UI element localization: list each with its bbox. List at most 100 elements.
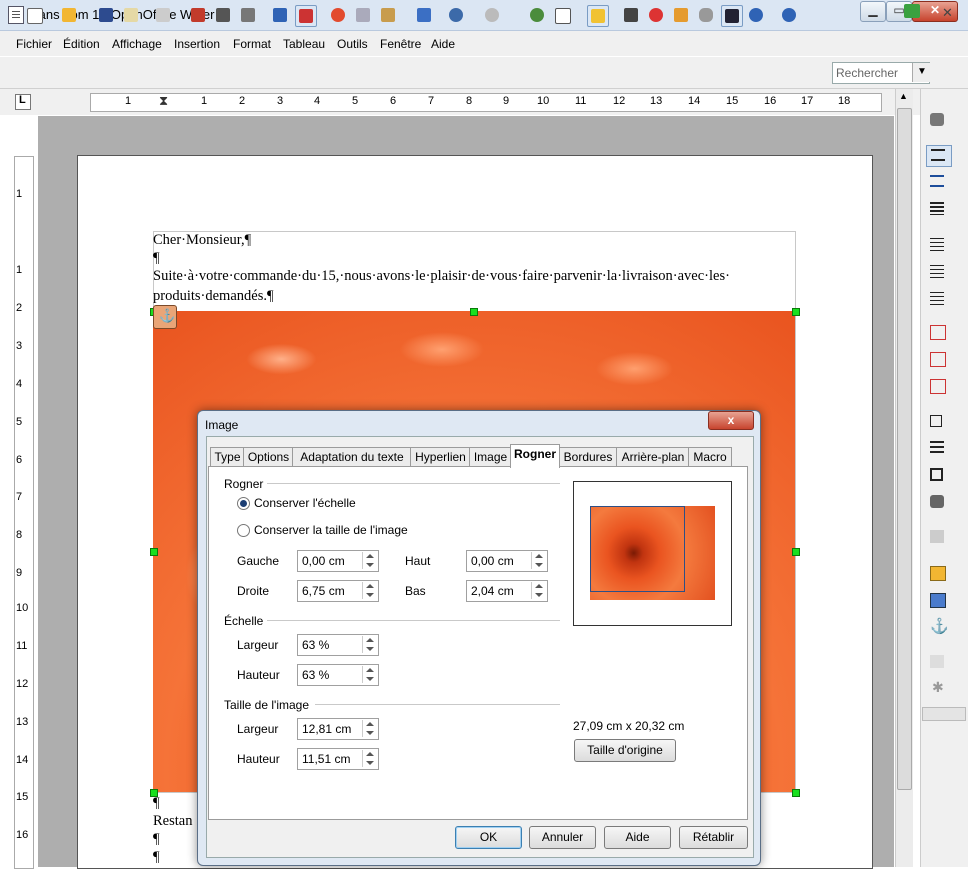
ok-button[interactable]: OK bbox=[455, 826, 522, 849]
resize-handle[interactable] bbox=[792, 308, 800, 316]
hyperlink-icon[interactable] bbox=[527, 5, 547, 25]
menu-outils[interactable]: Outils bbox=[337, 37, 368, 51]
zoom-icon[interactable] bbox=[746, 5, 766, 25]
crop-bottom-field[interactable]: 2,04 cm bbox=[466, 580, 548, 602]
resize-handle[interactable] bbox=[150, 548, 158, 556]
send-to-back-icon[interactable] bbox=[926, 590, 950, 610]
doc-line-body[interactable]: Suite·à·votre·commande·du·15,·nous·avons… bbox=[153, 268, 730, 285]
email-icon[interactable] bbox=[121, 5, 141, 25]
border-color-icon[interactable] bbox=[926, 465, 950, 485]
wrap-page-icon[interactable] bbox=[926, 172, 950, 192]
size-width-field[interactable]: 12,81 cm bbox=[297, 718, 379, 740]
tab-image[interactable]: Image bbox=[469, 447, 512, 468]
tab-hyperlink[interactable]: Hyperlien bbox=[410, 447, 471, 468]
crop-left-field[interactable]: 0,00 cm bbox=[297, 550, 379, 572]
find-replace-icon[interactable] bbox=[621, 5, 641, 25]
cut-icon[interactable] bbox=[328, 5, 348, 25]
crop-top-field[interactable]: 0,00 cm bbox=[466, 550, 548, 572]
new-document-icon[interactable] bbox=[24, 5, 44, 25]
scale-height-field[interactable]: 63 % bbox=[297, 664, 379, 686]
frame-properties-icon[interactable] bbox=[926, 110, 950, 130]
close-document-icon[interactable]: ✕ bbox=[942, 5, 953, 21]
sidebar-scrollbar[interactable] bbox=[922, 707, 966, 721]
scroll-up-button[interactable]: ▲ bbox=[896, 90, 911, 106]
doc-line-empty[interactable]: ¶ bbox=[153, 831, 160, 848]
align-bottom-icon[interactable] bbox=[926, 376, 950, 396]
menu-insertion[interactable]: Insertion bbox=[174, 37, 220, 51]
tab-background[interactable]: Arrière-plan bbox=[616, 447, 690, 468]
data-sources-icon[interactable] bbox=[696, 5, 716, 25]
menu-format[interactable]: Format bbox=[233, 37, 271, 51]
minimize-button[interactable]: ▁ bbox=[860, 1, 886, 22]
spin-arrows-icon[interactable] bbox=[362, 666, 377, 683]
copy-icon[interactable] bbox=[353, 5, 373, 25]
spin-arrows-icon[interactable] bbox=[362, 582, 377, 599]
align-vcenter-icon[interactable] bbox=[926, 349, 950, 369]
tab-options[interactable]: Options bbox=[243, 447, 294, 468]
resize-handle[interactable] bbox=[792, 548, 800, 556]
cancel-button[interactable]: Annuler bbox=[529, 826, 596, 849]
size-height-field[interactable]: 11,51 cm bbox=[297, 748, 379, 770]
formatting-marks-icon[interactable] bbox=[721, 5, 743, 27]
spin-arrows-icon[interactable] bbox=[531, 552, 546, 569]
redo-icon[interactable] bbox=[482, 5, 502, 25]
spin-arrows-icon[interactable] bbox=[362, 552, 377, 569]
anchor-toggle-icon[interactable]: ⚓ bbox=[926, 617, 950, 637]
update-download-icon[interactable] bbox=[904, 4, 920, 18]
dialog-close-button[interactable]: x bbox=[708, 411, 754, 430]
save-icon[interactable] bbox=[96, 5, 116, 25]
navigator-icon[interactable] bbox=[646, 5, 666, 25]
keep-size-radio[interactable] bbox=[237, 524, 250, 537]
anchor-marker[interactable]: ⚓ bbox=[153, 305, 177, 329]
paste-icon[interactable] bbox=[378, 5, 398, 25]
borders-icon[interactable] bbox=[926, 412, 950, 432]
tab-macro[interactable]: Macro bbox=[688, 447, 732, 468]
doc-line-empty[interactable]: ¶ bbox=[153, 849, 160, 866]
bring-to-front-icon[interactable] bbox=[926, 563, 950, 583]
search-dropdown-button[interactable]: ▼ bbox=[912, 63, 930, 82]
align-top-icon[interactable] bbox=[926, 322, 950, 342]
menu-edition[interactable]: Édition bbox=[63, 37, 100, 51]
gallery-icon[interactable] bbox=[671, 5, 691, 25]
menu-fenetre[interactable]: Fenêtre bbox=[380, 37, 421, 51]
wrap-through-icon[interactable] bbox=[926, 199, 950, 219]
print-preview-icon[interactable] bbox=[238, 5, 258, 25]
menu-fichier[interactable]: Fichier bbox=[16, 37, 52, 51]
menu-aide[interactable]: Aide bbox=[431, 37, 455, 51]
spin-arrows-icon[interactable] bbox=[362, 636, 377, 653]
original-size-button[interactable]: Taille d'origine bbox=[574, 739, 676, 762]
resize-handle[interactable] bbox=[470, 308, 478, 316]
align-left-icon[interactable] bbox=[926, 235, 950, 255]
draw-functions-icon[interactable] bbox=[587, 5, 609, 27]
autospellcheck-icon[interactable] bbox=[295, 5, 317, 27]
doc-line-empty[interactable]: ¶ bbox=[153, 250, 160, 267]
keep-size-label[interactable]: Conserver la taille de l'image bbox=[254, 523, 408, 537]
edit-file-icon[interactable] bbox=[153, 5, 173, 25]
doc-line-greeting[interactable]: Cher·Monsieur,¶ bbox=[153, 232, 251, 249]
open-folder-icon[interactable] bbox=[59, 5, 79, 25]
help-button[interactable]: Aide bbox=[604, 826, 671, 849]
table-icon[interactable] bbox=[552, 5, 572, 25]
align-right-icon[interactable] bbox=[926, 289, 950, 309]
scrollbar-thumb[interactable] bbox=[897, 108, 912, 790]
doc-line-empty[interactable]: ¶ bbox=[153, 795, 160, 812]
export-pdf-icon[interactable] bbox=[188, 5, 208, 25]
undo-icon[interactable] bbox=[446, 5, 466, 25]
spellcheck-icon[interactable] bbox=[270, 5, 290, 25]
reset-button[interactable]: Rétablir bbox=[679, 826, 748, 849]
menu-affichage[interactable]: Affichage bbox=[112, 37, 162, 51]
doc-line-partial[interactable]: Restan bbox=[153, 813, 192, 830]
clone-format-icon[interactable] bbox=[414, 5, 434, 25]
help-icon[interactable] bbox=[779, 5, 799, 25]
doc-line-body-end[interactable]: produits·demandés.¶ bbox=[153, 288, 274, 305]
tab-text-wrap[interactable]: Adaptation du texte bbox=[292, 447, 412, 468]
background-color-icon[interactable] bbox=[926, 492, 950, 512]
align-center-icon[interactable] bbox=[926, 262, 950, 282]
print-icon[interactable] bbox=[213, 5, 233, 25]
tab-borders[interactable]: Bordures bbox=[558, 447, 618, 468]
tab-crop[interactable]: Rogner bbox=[510, 444, 560, 468]
wrap-off-icon[interactable] bbox=[926, 145, 952, 167]
spin-arrows-icon[interactable] bbox=[362, 750, 377, 767]
scale-width-field[interactable]: 63 % bbox=[297, 634, 379, 656]
spin-arrows-icon[interactable] bbox=[362, 720, 377, 737]
